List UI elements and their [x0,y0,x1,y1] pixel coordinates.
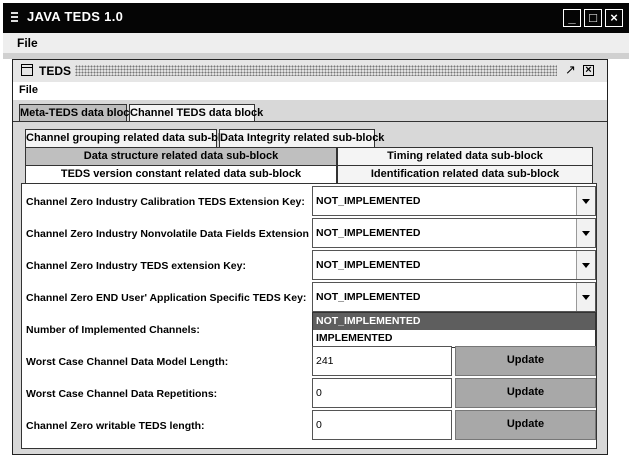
update-button[interactable]: Update [455,410,596,440]
app-icon [11,12,18,24]
input-writable-teds-length[interactable]: 0 [312,410,452,440]
input-data-repetitions[interactable]: 0 [312,378,452,408]
combo-value: NOT_IMPLEMENTED [316,291,421,303]
tab-channel-teds[interactable]: Channel TEDS data block [129,104,263,122]
frame-menu-bar: File [13,82,607,100]
app-title: JAVA TEDS 1.0 [27,9,124,24]
teds-internal-frame: TEDS ↗ × File Meta-TEDS data block Chann… [12,59,608,455]
tab-divider [13,121,607,122]
dropdown-option[interactable]: NOT_IMPLEMENTED [313,313,595,330]
combo-value: NOT_IMPLEMENTED [316,227,421,239]
frame-content: Meta-TEDS data block Channel TEDS data b… [13,100,607,454]
combo-teds-extension-key[interactable]: NOT_IMPLEMENTED [312,250,596,280]
close-icon[interactable]: × [583,65,594,76]
label-end-user-key: Channel Zero END User' Application Speci… [26,292,307,304]
tab-timing[interactable]: Timing related data sub-block [337,147,593,165]
dropdown-option[interactable]: IMPLEMENTED [313,330,595,347]
chevron-down-icon[interactable] [576,187,595,215]
tab-channel-grouping[interactable]: Channel grouping related data sub-block [25,129,240,147]
chevron-down-icon[interactable] [576,251,595,279]
frame-title: TEDS [39,64,72,78]
label-data-model-length: Worst Case Channel Data Model Length: [26,356,229,368]
update-button[interactable]: Update [455,346,596,376]
input-value: 0 [316,387,322,399]
menu-file[interactable]: File [19,84,38,96]
label-nonvolatile-key: Channel Zero Industry Nonvolatile Data F… [26,228,335,240]
label-teds-extension-key: Channel Zero Industry TEDS extension Key… [26,260,246,272]
update-button[interactable]: Update [455,378,596,408]
close-icon[interactable]: × [605,9,623,27]
label-calibration-key: Channel Zero Industry Calibration TEDS E… [26,196,305,208]
label-writable-teds-length: Channel Zero writable TEDS length: [26,420,205,432]
combo-end-user-key[interactable]: NOT_IMPLEMENTED [312,282,596,312]
tab-data-integrity[interactable]: Data Integrity related sub-block [219,129,384,147]
tab-teds-version[interactable]: TEDS version constant related data sub-b… [25,165,337,183]
chevron-down-icon[interactable] [576,219,595,247]
combo-calibration-key[interactable]: NOT_IMPLEMENTED [312,186,596,216]
dropdown-list[interactable]: NOT_IMPLEMENTED IMPLEMENTED [312,312,596,348]
title-grip [75,65,557,76]
label-data-repetitions: Worst Case Channel Data Repetitions: [26,388,218,400]
input-value: 0 [316,419,322,431]
form-panel: Channel Zero Industry Calibration TEDS E… [21,183,597,449]
minimize-icon[interactable]: _ [563,9,581,27]
combo-nonvolatile-key[interactable]: NOT_IMPLEMENTED [312,218,596,248]
frame-title-bar[interactable]: TEDS ↗ × [13,60,607,83]
tab-identification[interactable]: Identification related data sub-block [337,165,593,183]
tab-meta-teds[interactable]: Meta-TEDS data block [19,104,136,122]
input-data-model-length[interactable]: 241 [312,346,452,376]
app-title-bar: JAVA TEDS 1.0 _ □ × [3,3,629,33]
tab-data-structure[interactable]: Data structure related data sub-block [25,147,337,165]
maximize-icon[interactable]: ↗ [565,62,576,78]
chevron-down-icon[interactable] [576,283,595,311]
maximize-icon[interactable]: □ [584,9,602,27]
combo-value: NOT_IMPLEMENTED [316,195,421,207]
label-implemented-channels: Number of Implemented Channels: [26,324,200,336]
input-value: 241 [316,355,334,367]
frame-icon [21,64,33,76]
combo-value: NOT_IMPLEMENTED [316,259,421,271]
menu-file[interactable]: File [17,36,38,50]
app-menu-bar: File [3,33,629,53]
